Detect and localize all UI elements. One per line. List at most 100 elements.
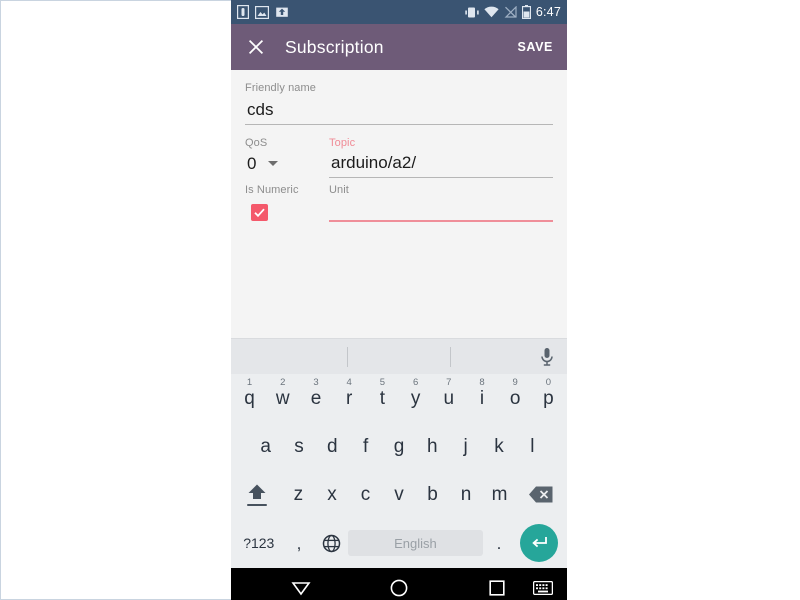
key-f[interactable]: f <box>349 422 382 470</box>
suggestion-divider-2 <box>450 347 451 367</box>
symbols-key[interactable]: ?123 <box>235 518 283 568</box>
key-c[interactable]: c <box>349 470 383 518</box>
home-button[interactable] <box>390 579 408 597</box>
key-j[interactable]: j <box>449 422 482 470</box>
key-label: g <box>393 435 405 457</box>
key-o[interactable]: 9 o <box>499 374 532 422</box>
key-hint-8: 8 <box>479 377 485 388</box>
key-label: t <box>379 387 386 409</box>
status-bar: 6:47 <box>231 0 567 24</box>
key-e[interactable]: 3 e <box>299 374 332 422</box>
comma-key[interactable]: , <box>283 518 316 568</box>
canvas-border-top <box>0 0 231 1</box>
key-y[interactable]: 6 y <box>399 374 432 422</box>
key-hint-3: 3 <box>313 377 319 388</box>
back-button[interactable] <box>291 580 311 596</box>
key-z[interactable]: z <box>282 470 316 518</box>
key-w[interactable]: 2 w <box>266 374 299 422</box>
backspace-key[interactable] <box>516 470 565 518</box>
keyboard-row-3: z x c v b n m <box>231 470 567 518</box>
save-button[interactable]: SAVE <box>517 40 553 54</box>
key-u[interactable]: 7 u <box>432 374 465 422</box>
key-label: ?123 <box>243 535 275 551</box>
topic-input[interactable]: arduino/a2/ <box>329 149 553 178</box>
key-label: y <box>410 387 421 409</box>
key-label: b <box>427 483 438 505</box>
suggestion-divider-1 <box>347 347 348 367</box>
key-label: e <box>310 387 322 409</box>
key-t[interactable]: 5 t <box>366 374 399 422</box>
recents-button[interactable] <box>489 580 505 596</box>
friendly-name-input[interactable]: cds <box>245 96 553 125</box>
key-label: o <box>509 387 521 409</box>
qos-value: 0 <box>247 153 257 173</box>
key-g[interactable]: g <box>382 422 415 470</box>
close-icon[interactable] <box>245 36 267 58</box>
key-label: w <box>275 387 290 409</box>
key-l[interactable]: l <box>516 422 549 470</box>
key-b[interactable]: b <box>416 470 450 518</box>
period-key[interactable]: . <box>483 518 516 568</box>
key-v[interactable]: v <box>382 470 416 518</box>
shift-key[interactable] <box>233 470 282 518</box>
key-label: i <box>479 387 485 409</box>
wifi-icon <box>484 6 499 18</box>
key-k[interactable]: k <box>482 422 515 470</box>
key-label: l <box>530 435 535 457</box>
key-hint-1: 1 <box>246 377 253 388</box>
key-m[interactable]: m <box>483 470 517 518</box>
key-s[interactable]: s <box>282 422 315 470</box>
key-label: u <box>443 387 455 409</box>
qos-label: QoS <box>245 137 268 149</box>
unit-label: Unit <box>329 184 349 196</box>
language-key[interactable] <box>315 518 348 568</box>
key-label: s <box>294 435 304 457</box>
key-h[interactable]: h <box>416 422 449 470</box>
subscription-form: Friendly name cds QoS Topic 0 arduino/a2… <box>231 70 567 338</box>
enter-key[interactable] <box>515 518 563 568</box>
key-a[interactable]: a <box>249 422 282 470</box>
suggestion-bar <box>231 338 567 374</box>
keyboard-icon <box>533 581 553 595</box>
unit-input[interactable] <box>329 196 553 222</box>
key-p[interactable]: 0 p <box>532 374 565 422</box>
on-screen-keyboard: 1 q 2 w 3 e 4 r 5 t 6 y 7 u 8 i 9 o 0 p … <box>231 338 567 568</box>
is-numeric-checkbox[interactable] <box>251 204 268 221</box>
key-label: k <box>494 435 504 457</box>
key-r[interactable]: 4 r <box>333 374 366 422</box>
backspace-icon <box>528 486 553 502</box>
hide-keyboard-button[interactable] <box>533 581 553 595</box>
is-numeric-checkbox-cell <box>245 196 317 222</box>
qos-dropdown[interactable]: 0 <box>245 149 317 178</box>
key-label: r <box>346 387 353 409</box>
key-d[interactable]: d <box>316 422 349 470</box>
recents-square-icon <box>489 580 505 596</box>
phone-screen: 6:47 Subscription SAVE Friendly name cds… <box>231 0 567 600</box>
image-icon <box>255 5 269 19</box>
enter-icon <box>532 537 548 548</box>
vibrate-icon <box>465 7 479 17</box>
app-toolbar: Subscription SAVE <box>231 24 567 70</box>
key-hint-6: 6 <box>412 377 419 388</box>
status-bar-system: 6:47 <box>465 5 561 19</box>
key-label: z <box>293 483 304 505</box>
key-label: h <box>427 435 438 457</box>
key-q[interactable]: 1 q <box>233 374 266 422</box>
key-i[interactable]: 8 i <box>465 374 498 422</box>
key-hint-4: 4 <box>346 377 352 388</box>
key-label: d <box>327 435 338 457</box>
app-update-icon <box>276 7 288 17</box>
microphone-icon[interactable] <box>539 347 555 367</box>
key-label: j <box>463 435 468 457</box>
key-x[interactable]: x <box>315 470 349 518</box>
key-n[interactable]: n <box>449 470 483 518</box>
space-key[interactable]: English <box>348 518 483 568</box>
globe-icon <box>323 534 341 552</box>
key-hint-7: 7 <box>446 377 452 388</box>
space-key-label: English <box>348 530 483 556</box>
battery-icon <box>521 5 531 19</box>
key-label: a <box>260 435 271 457</box>
topic-label: Topic <box>329 137 356 149</box>
page-title: Subscription <box>285 36 384 57</box>
key-label: f <box>363 435 369 457</box>
